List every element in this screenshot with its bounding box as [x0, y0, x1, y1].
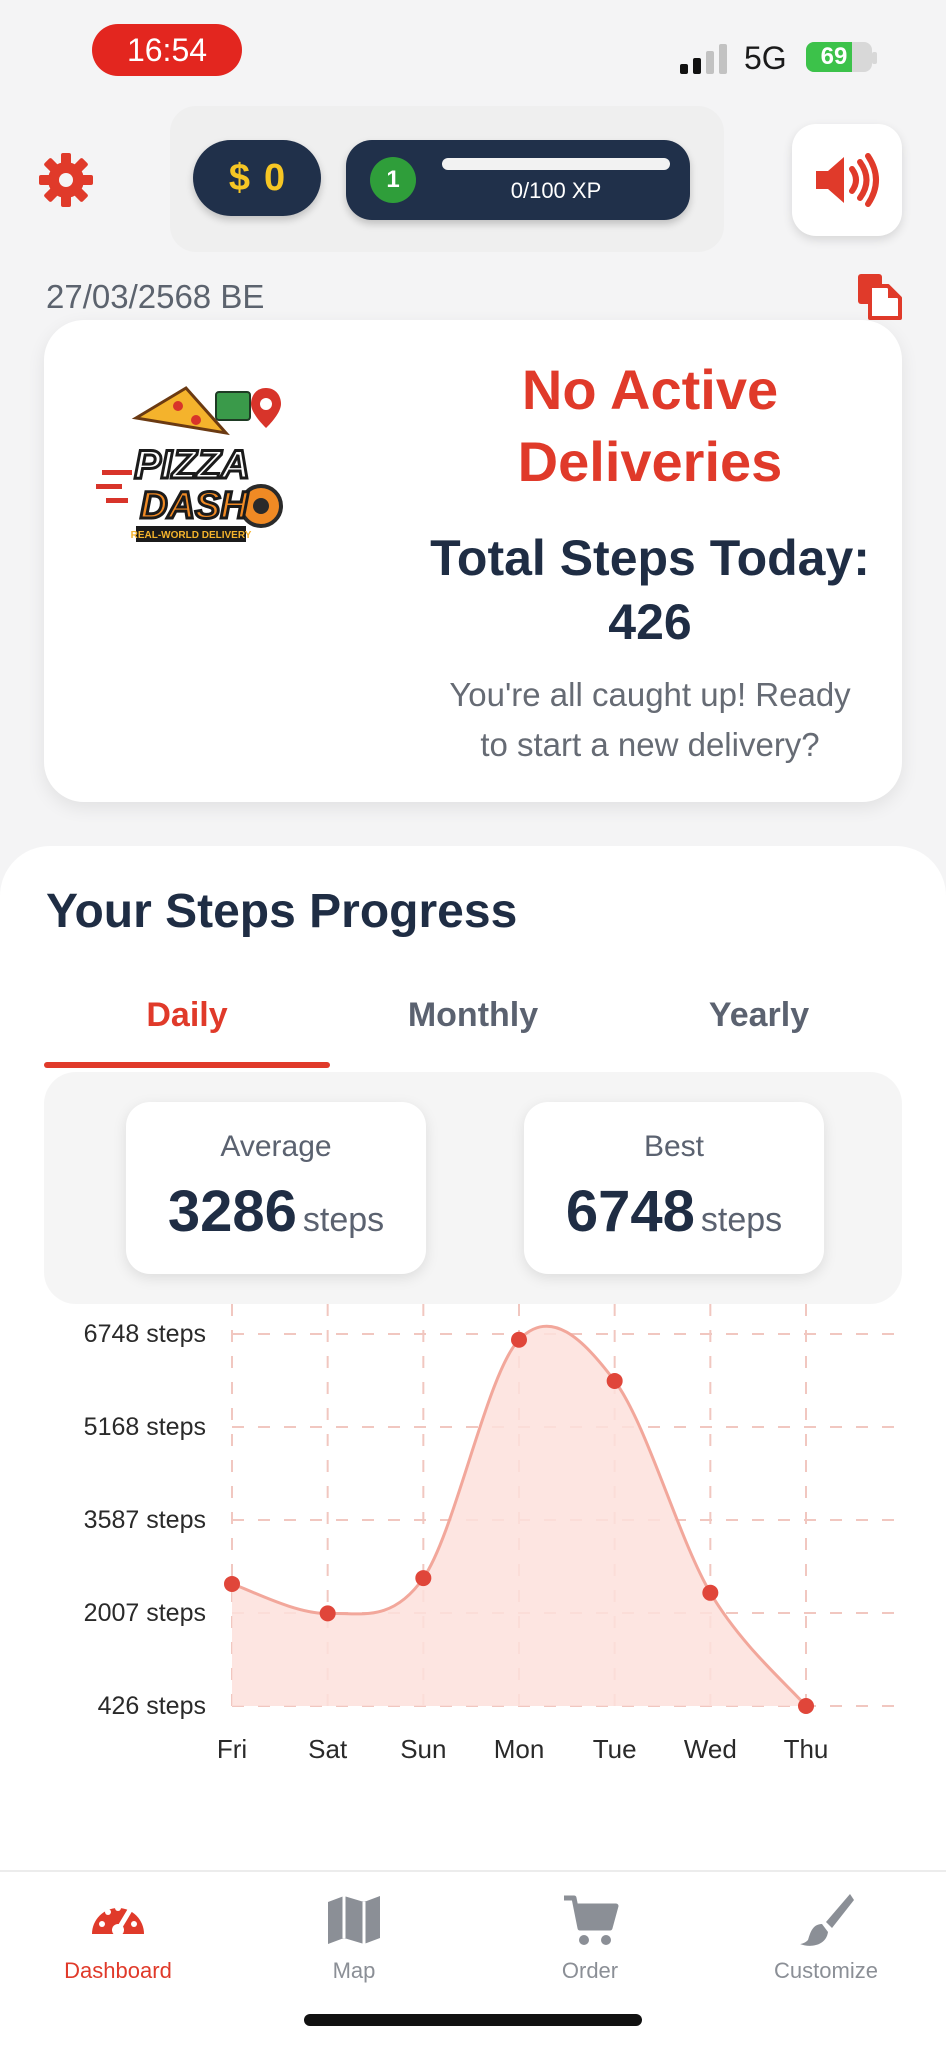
- data-point-sun: [415, 1570, 432, 1587]
- nav-dashboard-label: Dashboard: [64, 1958, 172, 1983]
- caught-up-message-line2: to start a new delivery?: [480, 726, 820, 763]
- active-tab-indicator: [44, 1062, 330, 1068]
- x-axis-tick-label: Mon: [494, 1734, 545, 1764]
- home-indicator: [304, 2014, 642, 2026]
- copy-icon[interactable]: [854, 272, 904, 322]
- delivery-status-title-line1: No Active: [521, 358, 779, 421]
- data-point-mon: [511, 1331, 527, 1348]
- sound-toggle-button[interactable]: [792, 124, 902, 236]
- best-value: 6748: [565, 1179, 695, 1244]
- dashboard-screen: 16:54 5G 69 $ 0 1 0/100 XP 27/03/2568 BE…: [0, 0, 946, 2046]
- x-axis-tick-label: Tue: [593, 1734, 637, 1764]
- total-steps-label: Total Steps Today:: [430, 530, 870, 586]
- xp-status: 1 0/100 XP: [346, 140, 690, 220]
- logo-wordmark-pizza: PIZZA: [134, 443, 250, 487]
- steps-progress-title: Your Steps Progress: [46, 885, 518, 938]
- nav-map-label: Map: [332, 1958, 376, 1983]
- delivery-status-card: PIZZA DASH REAL-WORLD DELIVERY No Active…: [44, 320, 902, 802]
- x-axis-tick-label: Thu: [784, 1734, 829, 1764]
- average-unit: steps: [302, 1201, 385, 1239]
- daily-steps-chart: 6748 steps 5168 steps 3587 steps 2007 steps…: [84, 1304, 904, 1764]
- nav-dashboard[interactable]: Dashboard: [0, 1890, 236, 1984]
- tab-yearly[interactable]: Yearly: [616, 996, 902, 1035]
- coin-value: 0: [264, 156, 286, 199]
- nav-order-label: Order: [561, 1958, 619, 1983]
- y-axis-tick-label: 426 steps: [98, 1692, 206, 1720]
- cart-icon: [564, 1895, 619, 1945]
- battery-percent: 69: [820, 43, 848, 70]
- level-badge: 1: [370, 157, 416, 203]
- total-steps-today: Total Steps Today: 426: [374, 526, 926, 654]
- cellular-signal-icon: [680, 44, 727, 74]
- delivery-status-title: No Active Deliveries: [374, 354, 926, 498]
- logo-tagline: REAL-WORLD DELIVERY: [131, 530, 252, 541]
- battery-cap: [872, 52, 877, 64]
- average-label: Average: [220, 1130, 332, 1163]
- data-point-sat: [319, 1605, 336, 1622]
- tab-monthly[interactable]: Monthly: [330, 996, 616, 1035]
- dashboard-gauge-icon: [92, 1905, 144, 1936]
- network-type: 5G: [744, 40, 787, 76]
- y-axis-tick-label: 2007 steps: [84, 1599, 206, 1627]
- nav-map[interactable]: Map: [236, 1890, 472, 1984]
- average-value: 3286: [167, 1179, 297, 1244]
- x-axis-tick-label: Fri: [217, 1734, 247, 1764]
- y-axis-tick-label: 5168 steps: [84, 1413, 206, 1441]
- brush-icon: [800, 1894, 854, 1946]
- best-steps-card: Best 6748 steps: [524, 1102, 824, 1274]
- best-label: Best: [643, 1130, 705, 1163]
- dollar-icon: $: [228, 156, 250, 199]
- y-axis-tick-label: 6748 steps: [84, 1320, 206, 1348]
- gear-icon[interactable]: [38, 152, 94, 208]
- coin-balance: $ 0: [193, 140, 321, 216]
- stats-panel: Average 3286 steps Best 6748 steps: [44, 1072, 902, 1304]
- logo-wordmark-dash: DASH: [140, 485, 249, 527]
- map-icon: [328, 1896, 380, 1944]
- xp-text: 0/100 XP: [510, 178, 602, 203]
- data-point-tue: [606, 1372, 623, 1389]
- delivery-status-title-line2: Deliveries: [517, 430, 783, 493]
- steps-area-fill: [232, 1326, 806, 1706]
- x-axis-tick-label: Sun: [400, 1734, 446, 1764]
- status-time: 16:54: [92, 24, 242, 76]
- data-point-thu: [798, 1698, 814, 1714]
- current-date: 27/03/2568 BE: [46, 278, 265, 315]
- data-point-wed: [702, 1584, 719, 1601]
- xp-progress-bar: [442, 158, 670, 170]
- x-axis-tick-label: Sat: [308, 1734, 348, 1764]
- nav-customize-label: Customize: [774, 1958, 878, 1983]
- y-axis-tick-label: 3587 steps: [84, 1506, 206, 1534]
- total-steps-value: 426: [608, 594, 692, 650]
- nav-order[interactable]: Order: [472, 1890, 708, 1984]
- x-axis-tick-label: Wed: [684, 1734, 737, 1764]
- best-unit: steps: [700, 1201, 783, 1239]
- tab-daily[interactable]: Daily: [44, 996, 330, 1035]
- battery-icon: 69: [806, 42, 872, 72]
- caught-up-message: You're all caught up! Ready to start a n…: [394, 670, 906, 770]
- pizza-dash-logo: PIZZA DASH REAL-WORLD DELIVERY: [96, 386, 283, 542]
- nav-customize[interactable]: Customize: [708, 1890, 944, 1984]
- speaker-volume-icon: [816, 153, 879, 207]
- caught-up-message-line1: You're all caught up! Ready: [449, 676, 851, 713]
- data-point-fri: [224, 1575, 240, 1592]
- average-steps-card: Average 3286 steps: [126, 1102, 426, 1274]
